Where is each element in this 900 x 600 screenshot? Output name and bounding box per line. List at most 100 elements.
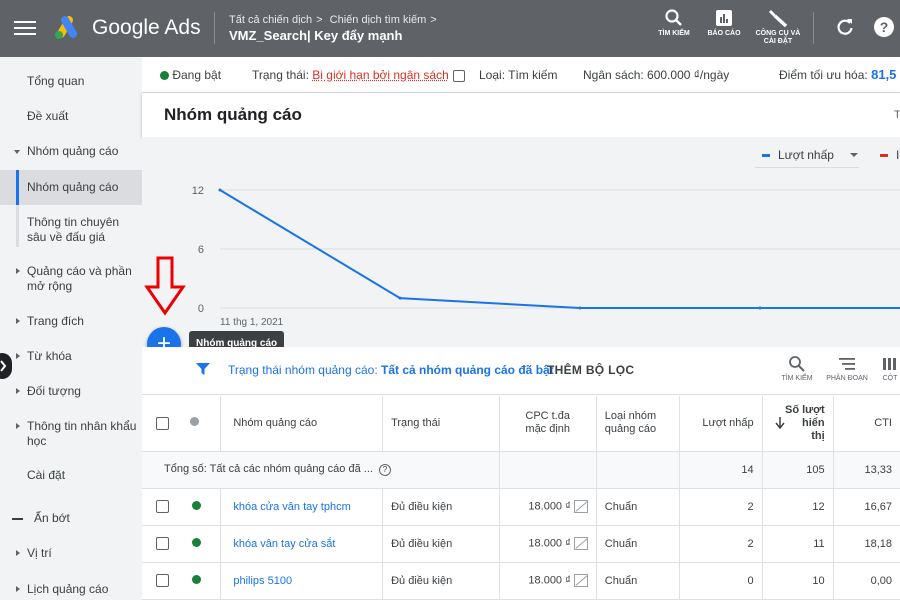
chart-unavailable-icon bbox=[574, 537, 588, 550]
breadcrumb-search-campaign[interactable]: Chiến dịch tìm kiếm bbox=[330, 14, 427, 26]
campaign-name[interactable]: VMZ_Search| Key đẩy mạnh bbox=[229, 28, 402, 43]
total-clicks: 14 bbox=[679, 451, 762, 488]
row-max-cpc[interactable]: 18.000 ₫ bbox=[499, 488, 596, 525]
chevron-right-icon: > bbox=[316, 14, 322, 26]
campaign-state[interactable]: Đang bật bbox=[160, 68, 221, 82]
column-header-clicks[interactable]: Lượt nhấp bbox=[679, 396, 762, 451]
sidebar-toggle-handle[interactable] bbox=[0, 353, 12, 379]
column-header-ad-group[interactable]: Nhóm quảng cáo bbox=[221, 396, 383, 451]
menu-icon[interactable] bbox=[14, 17, 36, 39]
row-checkbox[interactable] bbox=[156, 574, 169, 587]
breadcrumb-all-campaigns[interactable]: Tất cả chiến dịch bbox=[229, 14, 312, 26]
sidebar-item-ad-groups[interactable]: Nhóm quảng cáo bbox=[0, 170, 142, 205]
search-tool-label: TÌM KIẾM bbox=[658, 30, 690, 37]
filter-value: Tất cả nhóm quảng cáo đã bật bbox=[381, 363, 554, 377]
expand-right-icon bbox=[16, 550, 20, 556]
ad-group-link[interactable]: khóa cửa vân tay tphcm bbox=[221, 488, 383, 525]
row-checkbox[interactable] bbox=[156, 537, 169, 550]
column-header-impressions[interactable]: Số lượt hiển thị bbox=[762, 396, 833, 451]
row-impressions: 10 bbox=[762, 562, 833, 599]
header-line: thị bbox=[811, 430, 824, 442]
brand-name[interactable]: Google Ads bbox=[92, 16, 201, 40]
filter-icon[interactable] bbox=[196, 362, 210, 376]
data-point[interactable] bbox=[579, 307, 582, 310]
status-column-icon[interactable] bbox=[190, 417, 199, 426]
expand-right-icon bbox=[16, 423, 20, 429]
campaign-budget[interactable]: Ngân sách: 600.000 ₫/ngày bbox=[583, 68, 729, 82]
total-label: Tổng số: Tất cả các nhóm quảng cáo đã ..… bbox=[164, 463, 373, 475]
row-clicks: 0 bbox=[679, 562, 762, 599]
enabled-status-icon[interactable] bbox=[192, 538, 201, 547]
optimization-score[interactable]: Điểm tối ưu hóa: 81,5 bbox=[779, 67, 896, 82]
page-header: Nhóm quảng cáo T bbox=[142, 93, 900, 137]
add-filter-button[interactable]: THÊM BỘ LỌC bbox=[547, 363, 634, 377]
search-tool-button[interactable]: TÌM KIẾM bbox=[654, 8, 694, 38]
chevron-right-icon bbox=[0, 353, 12, 379]
header-line: quảng cáo bbox=[605, 423, 656, 435]
table-search-button[interactable]: TÌM KIẾM bbox=[780, 355, 814, 382]
data-point[interactable] bbox=[759, 307, 762, 310]
active-filter-chip[interactable]: Trạng thái nhóm quảng cáo: Tất cả nhóm q… bbox=[228, 363, 554, 377]
data-point[interactable] bbox=[399, 297, 402, 300]
ad-group-link[interactable]: philips 5100 bbox=[221, 562, 383, 599]
page-title-right[interactable]: T bbox=[894, 109, 900, 121]
help-icon[interactable]: ? bbox=[874, 17, 894, 37]
total-label-cell: Tổng số: Tất cả các nhóm quảng cáo đã ..… bbox=[142, 451, 499, 488]
enabled-status-icon[interactable] bbox=[192, 575, 201, 584]
chevron-right-icon: > bbox=[430, 14, 436, 26]
tools-settings-button[interactable]: CÔNG CỤ VÀ CÀI ĐẶT bbox=[752, 8, 804, 46]
row-max-cpc[interactable]: 18.000 ₫ bbox=[499, 525, 596, 562]
table-row: khóa vân tay cửa sắt Đủ điều kiện 18.000… bbox=[142, 525, 900, 562]
sidebar-item-label: Thông tin chuyên sâu về đấu giá bbox=[27, 215, 137, 245]
status-dot-header bbox=[182, 396, 220, 451]
row-impressions: 12 bbox=[762, 488, 833, 525]
data-point[interactable] bbox=[219, 189, 222, 192]
row-status-cell bbox=[182, 562, 220, 599]
sidebar: Tổng quan Đề xuất Nhóm quảng cáo Nhóm qu… bbox=[0, 57, 142, 600]
campaign-status-bar: Đang bật Trạng thái: Bị giới hạn bởi ngâ… bbox=[142, 57, 900, 93]
segment-button[interactable]: PHÂN ĐOẠN bbox=[826, 355, 868, 382]
help-icon[interactable]: ? bbox=[379, 464, 391, 476]
column-header-ctr[interactable]: CTI bbox=[833, 396, 900, 451]
columns-button[interactable]: CỘT bbox=[880, 355, 900, 382]
x-tick-label: 11 thg 1, 2021 bbox=[220, 317, 284, 328]
column-header-max-cpc[interactable]: CPC t.đa mặc định bbox=[499, 396, 596, 451]
table-search-label: TÌM KIẾM bbox=[781, 375, 812, 382]
column-header-ad-group-type[interactable]: Loại nhóm quảng cáo bbox=[596, 396, 679, 451]
total-impressions: 105 bbox=[762, 451, 833, 488]
row-max-cpc[interactable]: 18.000 ₫ bbox=[499, 562, 596, 599]
columns-label: CỘT bbox=[883, 375, 898, 382]
row-status-cell bbox=[182, 525, 220, 562]
columns-icon bbox=[881, 355, 899, 373]
sidebar-item-label: Thông tin nhân khẩu học bbox=[27, 419, 137, 449]
divider bbox=[813, 12, 814, 44]
row-status: Đủ điều kiện bbox=[383, 562, 500, 599]
status-value[interactable]: Bị giới hạn bởi ngân sách bbox=[312, 68, 449, 82]
optimization-value: 81,5 bbox=[871, 67, 896, 82]
row-impressions: 11 bbox=[762, 525, 833, 562]
row-checkbox[interactable] bbox=[156, 500, 169, 513]
header-line: CPC t.đa bbox=[525, 410, 570, 422]
chart-unavailable-icon bbox=[574, 574, 588, 587]
reports-button[interactable]: BÁO CÁO bbox=[704, 8, 744, 38]
ad-group-link[interactable]: khóa vân tay cửa sắt bbox=[221, 525, 383, 562]
row-status: Đủ điều kiện bbox=[383, 488, 500, 525]
sidebar-item-label: Vị trí bbox=[27, 546, 137, 561]
filter-bar: Trạng thái nhóm quảng cáo: Tất cả nhóm q… bbox=[142, 347, 900, 395]
refresh-icon[interactable] bbox=[835, 17, 855, 37]
select-all-checkbox[interactable] bbox=[156, 417, 169, 430]
optimization-label: Điểm tối ưu hóa: bbox=[779, 68, 868, 82]
chart-toggle-icon[interactable] bbox=[453, 70, 465, 82]
performance-chart: Lượt nhấp I 12 6 0 11 thg 1, 2021 bbox=[142, 137, 900, 347]
enabled-status-icon[interactable] bbox=[192, 501, 201, 510]
row-ctr: 16,67 bbox=[833, 488, 900, 525]
table-total-row: Tổng số: Tất cả các nhóm quảng cáo đã ..… bbox=[142, 451, 900, 488]
expand-right-icon bbox=[16, 353, 20, 359]
collapse-icon bbox=[12, 518, 23, 520]
sidebar-item-label: Quảng cáo và phần mở rộng bbox=[27, 264, 137, 294]
y-tick-label: 6 bbox=[198, 244, 204, 256]
column-header-status[interactable]: Trạng thái bbox=[383, 396, 500, 451]
table-cell bbox=[499, 451, 596, 488]
top-app-bar: Google Ads Tất cả chiến dịch > Chiến dịch… bbox=[0, 0, 900, 57]
table-row: khóa cửa vân tay tphcm Đủ điều kiện 18.0… bbox=[142, 488, 900, 525]
